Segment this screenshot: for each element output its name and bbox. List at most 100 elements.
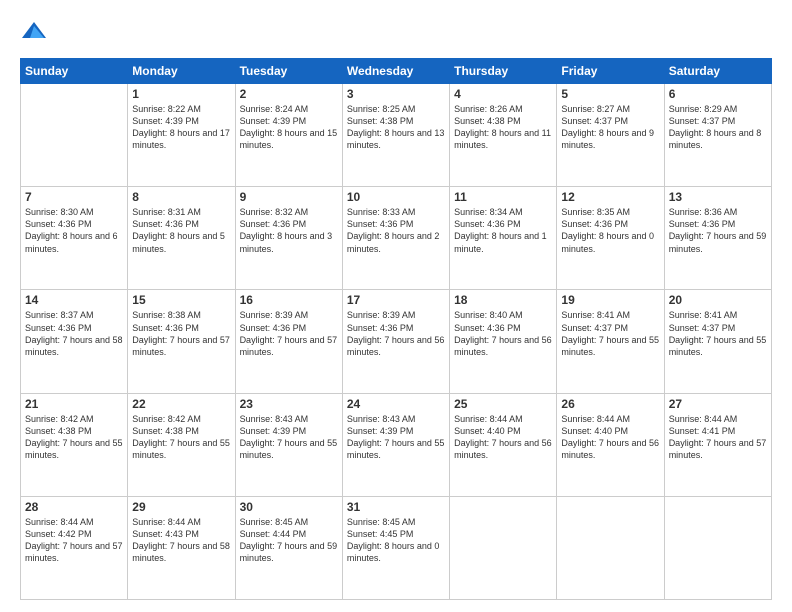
day-info: Sunrise: 8:44 AM Sunset: 4:41 PM Dayligh… [669,413,767,462]
day-info: Sunrise: 8:44 AM Sunset: 4:42 PM Dayligh… [25,516,123,565]
day-info: Sunrise: 8:41 AM Sunset: 4:37 PM Dayligh… [669,309,767,358]
week-row-2: 14 Sunrise: 8:37 AM Sunset: 4:36 PM Dayli… [21,290,772,393]
calendar-cell: 26 Sunrise: 8:44 AM Sunset: 4:40 PM Dayli… [557,393,664,496]
weekday-header-friday: Friday [557,59,664,84]
day-info: Sunrise: 8:39 AM Sunset: 4:36 PM Dayligh… [240,309,338,358]
weekday-header-thursday: Thursday [450,59,557,84]
day-number: 1 [132,87,230,101]
day-info: Sunrise: 8:31 AM Sunset: 4:36 PM Dayligh… [132,206,230,255]
day-number: 28 [25,500,123,514]
week-row-1: 7Sunrise: 8:30 AM Sunset: 4:36 PM Daylig… [21,187,772,290]
day-number: 7 [25,190,123,204]
calendar-cell: 15 Sunrise: 8:38 AM Sunset: 4:36 PM Dayli… [128,290,235,393]
week-row-0: 1 Sunrise: 8:22 AM Sunset: 4:39 PM Daylig… [21,84,772,187]
calendar-body: 1 Sunrise: 8:22 AM Sunset: 4:39 PM Daylig… [21,84,772,600]
calendar-cell: 5Sunrise: 8:27 AM Sunset: 4:37 PM Daylig… [557,84,664,187]
day-number: 3 [347,87,445,101]
page: SundayMondayTuesdayWednesdayThursdayFrid… [0,0,792,612]
logo-icon [20,18,48,46]
day-info: Sunrise: 8:44 AM Sunset: 4:43 PM Dayligh… [132,516,230,565]
day-info: Sunrise: 8:36 AM Sunset: 4:36 PM Dayligh… [669,206,767,255]
calendar-cell: 29 Sunrise: 8:44 AM Sunset: 4:43 PM Dayli… [128,496,235,599]
weekday-header-monday: Monday [128,59,235,84]
day-number: 8 [132,190,230,204]
calendar-cell: 22 Sunrise: 8:42 AM Sunset: 4:38 PM Dayli… [128,393,235,496]
day-info: Sunrise: 8:45 AM Sunset: 4:45 PM Dayligh… [347,516,445,565]
calendar-header: SundayMondayTuesdayWednesdayThursdayFrid… [21,59,772,84]
day-number: 22 [132,397,230,411]
weekday-header-saturday: Saturday [664,59,771,84]
calendar-cell: 7Sunrise: 8:30 AM Sunset: 4:36 PM Daylig… [21,187,128,290]
calendar-cell: 27 Sunrise: 8:44 AM Sunset: 4:41 PM Dayli… [664,393,771,496]
day-info: Sunrise: 8:35 AM Sunset: 4:36 PM Dayligh… [561,206,659,255]
calendar: SundayMondayTuesdayWednesdayThursdayFrid… [20,58,772,600]
day-info: Sunrise: 8:26 AM Sunset: 4:38 PM Dayligh… [454,103,552,152]
calendar-cell: 23 Sunrise: 8:43 AM Sunset: 4:39 PM Dayli… [235,393,342,496]
day-info: Sunrise: 8:34 AM Sunset: 4:36 PM Dayligh… [454,206,552,255]
calendar-cell: 9 Sunrise: 8:32 AM Sunset: 4:36 PM Daylig… [235,187,342,290]
day-info: Sunrise: 8:24 AM Sunset: 4:39 PM Dayligh… [240,103,338,152]
day-number: 30 [240,500,338,514]
day-info: Sunrise: 8:29 AM Sunset: 4:37 PM Dayligh… [669,103,767,152]
calendar-cell: 14 Sunrise: 8:37 AM Sunset: 4:36 PM Dayli… [21,290,128,393]
day-info: Sunrise: 8:42 AM Sunset: 4:38 PM Dayligh… [25,413,123,462]
logo [20,18,52,46]
day-number: 4 [454,87,552,101]
day-info: Sunrise: 8:43 AM Sunset: 4:39 PM Dayligh… [347,413,445,462]
day-info: Sunrise: 8:43 AM Sunset: 4:39 PM Dayligh… [240,413,338,462]
day-number: 29 [132,500,230,514]
day-info: Sunrise: 8:32 AM Sunset: 4:36 PM Dayligh… [240,206,338,255]
day-number: 12 [561,190,659,204]
day-info: Sunrise: 8:44 AM Sunset: 4:40 PM Dayligh… [561,413,659,462]
calendar-cell: 31 Sunrise: 8:45 AM Sunset: 4:45 PM Dayli… [342,496,449,599]
day-info: Sunrise: 8:27 AM Sunset: 4:37 PM Dayligh… [561,103,659,152]
calendar-cell: 20 Sunrise: 8:41 AM Sunset: 4:37 PM Dayli… [664,290,771,393]
weekday-header-wednesday: Wednesday [342,59,449,84]
day-number: 17 [347,293,445,307]
calendar-cell: 4 Sunrise: 8:26 AM Sunset: 4:38 PM Daylig… [450,84,557,187]
header [20,18,772,46]
day-number: 6 [669,87,767,101]
day-info: Sunrise: 8:38 AM Sunset: 4:36 PM Dayligh… [132,309,230,358]
week-row-4: 28 Sunrise: 8:44 AM Sunset: 4:42 PM Dayli… [21,496,772,599]
day-number: 23 [240,397,338,411]
day-info: Sunrise: 8:25 AM Sunset: 4:38 PM Dayligh… [347,103,445,152]
day-number: 10 [347,190,445,204]
day-number: 21 [25,397,123,411]
calendar-cell: 21 Sunrise: 8:42 AM Sunset: 4:38 PM Dayli… [21,393,128,496]
day-number: 18 [454,293,552,307]
day-number: 2 [240,87,338,101]
calendar-cell: 10 Sunrise: 8:33 AM Sunset: 4:36 PM Dayli… [342,187,449,290]
day-number: 31 [347,500,445,514]
day-info: Sunrise: 8:40 AM Sunset: 4:36 PM Dayligh… [454,309,552,358]
day-number: 15 [132,293,230,307]
calendar-cell: 24Sunrise: 8:43 AM Sunset: 4:39 PM Dayli… [342,393,449,496]
calendar-cell [557,496,664,599]
calendar-cell: 13Sunrise: 8:36 AM Sunset: 4:36 PM Dayli… [664,187,771,290]
day-number: 20 [669,293,767,307]
calendar-cell: 8 Sunrise: 8:31 AM Sunset: 4:36 PM Daylig… [128,187,235,290]
day-info: Sunrise: 8:42 AM Sunset: 4:38 PM Dayligh… [132,413,230,462]
day-number: 9 [240,190,338,204]
weekday-header-sunday: Sunday [21,59,128,84]
calendar-cell: 2 Sunrise: 8:24 AM Sunset: 4:39 PM Daylig… [235,84,342,187]
day-number: 27 [669,397,767,411]
day-number: 14 [25,293,123,307]
calendar-cell: 11 Sunrise: 8:34 AM Sunset: 4:36 PM Dayli… [450,187,557,290]
calendar-cell: 28 Sunrise: 8:44 AM Sunset: 4:42 PM Dayli… [21,496,128,599]
day-info: Sunrise: 8:33 AM Sunset: 4:36 PM Dayligh… [347,206,445,255]
calendar-cell: 17Sunrise: 8:39 AM Sunset: 4:36 PM Dayli… [342,290,449,393]
calendar-cell [21,84,128,187]
week-row-3: 21 Sunrise: 8:42 AM Sunset: 4:38 PM Dayli… [21,393,772,496]
day-info: Sunrise: 8:22 AM Sunset: 4:39 PM Dayligh… [132,103,230,152]
calendar-cell: 16 Sunrise: 8:39 AM Sunset: 4:36 PM Dayli… [235,290,342,393]
day-info: Sunrise: 8:37 AM Sunset: 4:36 PM Dayligh… [25,309,123,358]
calendar-cell: 1 Sunrise: 8:22 AM Sunset: 4:39 PM Daylig… [128,84,235,187]
calendar-cell [664,496,771,599]
day-number: 19 [561,293,659,307]
day-number: 11 [454,190,552,204]
day-number: 25 [454,397,552,411]
calendar-cell: 12 Sunrise: 8:35 AM Sunset: 4:36 PM Dayli… [557,187,664,290]
day-number: 26 [561,397,659,411]
day-number: 16 [240,293,338,307]
